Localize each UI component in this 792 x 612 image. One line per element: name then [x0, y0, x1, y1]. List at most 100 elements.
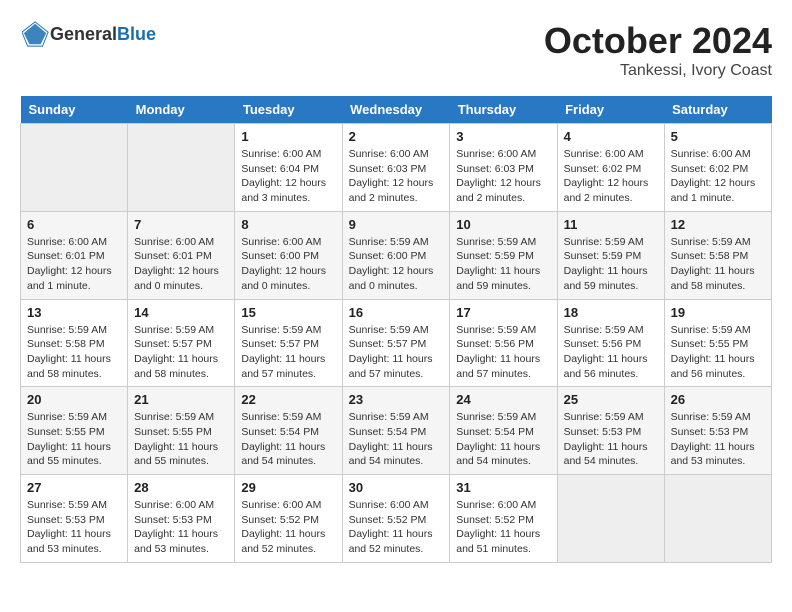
- day-info: Sunrise: 5:59 AM Sunset: 5:58 PM Dayligh…: [671, 235, 765, 294]
- day-number: 9: [349, 217, 444, 232]
- day-info: Sunrise: 6:00 AM Sunset: 5:53 PM Dayligh…: [134, 498, 228, 557]
- day-number: 31: [456, 480, 550, 495]
- week-row-4: 20 Sunrise: 5:59 AM Sunset: 5:55 PM Dayli…: [21, 387, 772, 475]
- day-number: 15: [241, 305, 335, 320]
- calendar-cell: 20Sunrise: 5:59 AM Sunset: 5:55 PM Dayli…: [21, 387, 128, 475]
- day-info: Sunrise: 5:59 AM Sunset: 5:55 PM Dayligh…: [671, 323, 765, 382]
- day-info: Sunrise: 5:59 AM Sunset: 5:54 PM Dayligh…: [349, 410, 444, 469]
- calendar-cell: 3Sunrise: 6:00 AM Sunset: 6:03 PM Daylig…: [450, 124, 557, 212]
- logo-blue: Blue: [117, 24, 156, 44]
- day-number: 26: [671, 392, 765, 407]
- weekday-header-sunday: Sunday: [21, 96, 128, 124]
- weekday-header-friday: Friday: [557, 96, 664, 124]
- day-info: Sunrise: 5:59 AM Sunset: 5:53 PM Dayligh…: [671, 410, 765, 469]
- weekday-header-row: SundayMondayTuesdayWednesdayThursdayFrid…: [21, 96, 772, 124]
- day-number: 7: [134, 217, 228, 232]
- day-number: 11: [564, 217, 658, 232]
- day-number: 17: [456, 305, 550, 320]
- day-number: 10: [456, 217, 550, 232]
- weekday-header-thursday: Thursday: [450, 96, 557, 124]
- day-info: Sunrise: 5:59 AM Sunset: 5:58 PM Dayligh…: [27, 323, 121, 382]
- calendar-cell: 30 Sunrise: 6:00 AM Sunset: 5:52 PM Dayli…: [342, 475, 450, 563]
- location-subtitle: Tankessi, Ivory Coast: [544, 62, 772, 80]
- day-info: Sunrise: 6:00 AM Sunset: 6:04 PM Dayligh…: [241, 147, 335, 206]
- day-number: 16: [349, 305, 444, 320]
- week-row-3: 13 Sunrise: 5:59 AM Sunset: 5:58 PM Dayli…: [21, 299, 772, 387]
- logo-icon: [22, 20, 50, 48]
- day-info: Sunrise: 5:59 AM Sunset: 5:53 PM Dayligh…: [564, 410, 658, 469]
- page-header: GeneralBlue October 2024 Tankessi, Ivory…: [20, 20, 772, 80]
- calendar-cell: 31 Sunrise: 6:00 AM Sunset: 5:52 PM Dayli…: [450, 475, 557, 563]
- calendar-cell: 23Sunrise: 5:59 AM Sunset: 5:54 PM Dayli…: [342, 387, 450, 475]
- weekday-header-saturday: Saturday: [664, 96, 771, 124]
- day-number: 8: [241, 217, 335, 232]
- calendar-cell: 17Sunrise: 5:59 AM Sunset: 5:56 PM Dayli…: [450, 299, 557, 387]
- title-block: October 2024 Tankessi, Ivory Coast: [544, 20, 772, 80]
- calendar-cell: 4 Sunrise: 6:00 AM Sunset: 6:02 PM Daylig…: [557, 124, 664, 212]
- day-info: Sunrise: 6:00 AM Sunset: 6:02 PM Dayligh…: [671, 147, 765, 206]
- calendar-cell: 7 Sunrise: 6:00 AM Sunset: 6:01 PM Daylig…: [128, 211, 235, 299]
- day-number: 21: [134, 392, 228, 407]
- week-row-5: 27 Sunrise: 5:59 AM Sunset: 5:53 PM Dayli…: [21, 475, 772, 563]
- calendar-cell: 27 Sunrise: 5:59 AM Sunset: 5:53 PM Dayli…: [21, 475, 128, 563]
- day-info: Sunrise: 6:00 AM Sunset: 5:52 PM Dayligh…: [349, 498, 444, 557]
- day-number: 24: [456, 392, 550, 407]
- day-number: 20: [27, 392, 121, 407]
- day-info: Sunrise: 6:00 AM Sunset: 6:01 PM Dayligh…: [134, 235, 228, 294]
- week-row-2: 6 Sunrise: 6:00 AM Sunset: 6:01 PM Daylig…: [21, 211, 772, 299]
- calendar-cell: 12 Sunrise: 5:59 AM Sunset: 5:58 PM Dayli…: [664, 211, 771, 299]
- day-number: 5: [671, 129, 765, 144]
- weekday-header-wednesday: Wednesday: [342, 96, 450, 124]
- calendar-cell: 11Sunrise: 5:59 AM Sunset: 5:59 PM Dayli…: [557, 211, 664, 299]
- day-number: 4: [564, 129, 658, 144]
- day-number: 6: [27, 217, 121, 232]
- day-info: Sunrise: 5:59 AM Sunset: 5:54 PM Dayligh…: [456, 410, 550, 469]
- calendar-cell: [557, 475, 664, 563]
- calendar-cell: 6 Sunrise: 6:00 AM Sunset: 6:01 PM Daylig…: [21, 211, 128, 299]
- calendar-cell: 29 Sunrise: 6:00 AM Sunset: 5:52 PM Dayli…: [235, 475, 342, 563]
- day-number: 2: [349, 129, 444, 144]
- calendar-cell: 2Sunrise: 6:00 AM Sunset: 6:03 PM Daylig…: [342, 124, 450, 212]
- calendar-cell: [21, 124, 128, 212]
- day-number: 29: [241, 480, 335, 495]
- calendar-cell: 26 Sunrise: 5:59 AM Sunset: 5:53 PM Dayli…: [664, 387, 771, 475]
- day-info: Sunrise: 6:00 AM Sunset: 6:02 PM Dayligh…: [564, 147, 658, 206]
- calendar-cell: 10 Sunrise: 5:59 AM Sunset: 5:59 PM Dayli…: [450, 211, 557, 299]
- weekday-header-monday: Monday: [128, 96, 235, 124]
- day-info: Sunrise: 5:59 AM Sunset: 6:00 PM Dayligh…: [349, 235, 444, 294]
- weekday-header-tuesday: Tuesday: [235, 96, 342, 124]
- day-info: Sunrise: 5:59 AM Sunset: 5:55 PM Dayligh…: [134, 410, 228, 469]
- day-info: Sunrise: 5:59 AM Sunset: 5:56 PM Dayligh…: [564, 323, 658, 382]
- calendar-cell: 21 Sunrise: 5:59 AM Sunset: 5:55 PM Dayli…: [128, 387, 235, 475]
- day-info: Sunrise: 5:59 AM Sunset: 5:57 PM Dayligh…: [134, 323, 228, 382]
- calendar-cell: 19 Sunrise: 5:59 AM Sunset: 5:55 PM Dayli…: [664, 299, 771, 387]
- calendar-cell: 13 Sunrise: 5:59 AM Sunset: 5:58 PM Dayli…: [21, 299, 128, 387]
- day-info: Sunrise: 6:00 AM Sunset: 6:00 PM Dayligh…: [241, 235, 335, 294]
- day-number: 25: [564, 392, 658, 407]
- day-info: Sunrise: 6:00 AM Sunset: 5:52 PM Dayligh…: [456, 498, 550, 557]
- day-info: Sunrise: 5:59 AM Sunset: 5:54 PM Dayligh…: [241, 410, 335, 469]
- calendar-cell: [664, 475, 771, 563]
- day-info: Sunrise: 5:59 AM Sunset: 5:53 PM Dayligh…: [27, 498, 121, 557]
- day-number: 14: [134, 305, 228, 320]
- day-number: 30: [349, 480, 444, 495]
- calendar-cell: 16 Sunrise: 5:59 AM Sunset: 5:57 PM Dayli…: [342, 299, 450, 387]
- day-info: Sunrise: 6:00 AM Sunset: 5:52 PM Dayligh…: [241, 498, 335, 557]
- calendar-cell: 15Sunrise: 5:59 AM Sunset: 5:57 PM Dayli…: [235, 299, 342, 387]
- logo-general: General: [50, 24, 117, 44]
- calendar-table: SundayMondayTuesdayWednesdayThursdayFrid…: [20, 96, 772, 563]
- day-number: 28: [134, 480, 228, 495]
- calendar-cell: [128, 124, 235, 212]
- day-info: Sunrise: 6:00 AM Sunset: 6:01 PM Dayligh…: [27, 235, 121, 294]
- day-info: Sunrise: 5:59 AM Sunset: 5:57 PM Dayligh…: [349, 323, 444, 382]
- day-number: 13: [27, 305, 121, 320]
- calendar-cell: 1Sunrise: 6:00 AM Sunset: 6:04 PM Daylig…: [235, 124, 342, 212]
- day-info: Sunrise: 6:00 AM Sunset: 6:03 PM Dayligh…: [456, 147, 550, 206]
- day-info: Sunrise: 5:59 AM Sunset: 5:59 PM Dayligh…: [456, 235, 550, 294]
- week-row-1: 1Sunrise: 6:00 AM Sunset: 6:04 PM Daylig…: [21, 124, 772, 212]
- calendar-cell: 24 Sunrise: 5:59 AM Sunset: 5:54 PM Dayli…: [450, 387, 557, 475]
- day-number: 27: [27, 480, 121, 495]
- day-number: 12: [671, 217, 765, 232]
- day-number: 22: [241, 392, 335, 407]
- day-number: 19: [671, 305, 765, 320]
